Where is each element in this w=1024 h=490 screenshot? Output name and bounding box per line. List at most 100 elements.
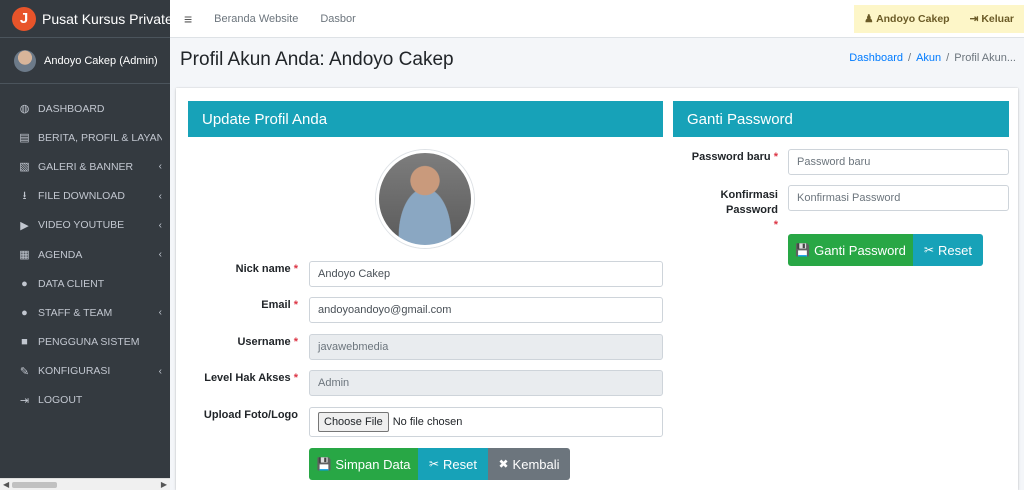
required-marker: * bbox=[293, 263, 298, 275]
nav-link-dasbor[interactable]: Dasbor bbox=[320, 13, 355, 25]
scissors-icon: ✂ bbox=[428, 457, 440, 471]
sidebar-item-label: PENGGUNA SISTEM bbox=[38, 336, 140, 349]
user-icon: ♟ bbox=[864, 13, 874, 25]
sidebar-item-staff-team[interactable]: ● STAFF & TEAM ‹ bbox=[0, 298, 170, 327]
breadcrumb: Dashboard / Akun / Profil Akun... bbox=[849, 52, 1016, 64]
user-panel[interactable]: Andoyo Cakep (Admin) bbox=[0, 38, 170, 84]
calendar-icon: ▦ bbox=[19, 249, 30, 262]
scissors-icon: ✂ bbox=[923, 243, 935, 257]
sidebar-item-label: DASHBOARD bbox=[38, 102, 105, 115]
sidebar: J Pusat Kursus Private Web Andoyo Cakep … bbox=[0, 0, 170, 490]
required-marker: * bbox=[773, 151, 778, 163]
sidebar-item-label: BERITA, PROFIL & LAYANAN bbox=[38, 131, 162, 144]
scrollbar-thumb[interactable] bbox=[12, 482, 57, 488]
user-button-label: Andoyo Cakep bbox=[876, 13, 950, 25]
change-password-button[interactable]: 💾 Ganti Password bbox=[788, 234, 913, 266]
brand-logo: J bbox=[12, 6, 36, 31]
sidebar-item-label: LOGOUT bbox=[38, 394, 83, 407]
required-marker: * bbox=[293, 299, 298, 311]
save-button-label: Simpan Data bbox=[335, 456, 411, 472]
avatar bbox=[14, 49, 36, 72]
user-button[interactable]: ♟ Andoyo Cakep bbox=[864, 13, 949, 25]
level-input: Admin bbox=[309, 370, 663, 396]
sidebar-item-label: VIDEO YOUTUBE bbox=[38, 219, 125, 232]
confirm-password-input[interactable]: Konfirmasi Password bbox=[788, 185, 1009, 211]
top-navbar: ≡ Beranda Website Dasbor ♟ Andoyo Cakep … bbox=[170, 0, 1024, 38]
scroll-left-arrow-icon[interactable]: ◀ bbox=[3, 480, 9, 489]
username-label-text: Username bbox=[237, 336, 291, 348]
sidebar-item-label: GALERI & BANNER bbox=[38, 160, 134, 173]
close-icon: ✖ bbox=[498, 457, 509, 471]
user-actions: ♟ Andoyo Cakep ⇥ Keluar bbox=[854, 5, 1024, 33]
breadcrumb-akun[interactable]: Akun bbox=[916, 52, 941, 64]
users-icon: ● bbox=[21, 306, 28, 319]
profile-form-heading: Update Profil Anda bbox=[188, 101, 663, 137]
brand-link[interactable]: J Pusat Kursus Private Web bbox=[0, 0, 170, 38]
sidebar-item-video-youtube[interactable]: ▶ VIDEO YOUTUBE ‹ bbox=[0, 211, 170, 240]
confirm-password-label-text: Konfirmasi Password bbox=[720, 189, 778, 216]
chevron-left-icon: ‹ bbox=[158, 365, 162, 377]
breadcrumb-current: Profil Akun... bbox=[954, 52, 1016, 64]
change-password-button-label: Ganti Password bbox=[814, 242, 906, 258]
level-label: Level Hak Akses * bbox=[190, 372, 298, 384]
required-marker: * bbox=[293, 372, 298, 384]
logout-button[interactable]: ⇥ Keluar bbox=[970, 13, 1014, 25]
password-reset-button-label: Reset bbox=[938, 242, 973, 258]
menu-toggle-icon[interactable]: ≡ bbox=[184, 11, 192, 27]
sidebar-item-label: AGENDA bbox=[38, 248, 83, 261]
horizontal-scrollbar[interactable]: ◀ ▶ bbox=[0, 478, 170, 490]
email-input[interactable]: andoyoandoyo@gmail.com bbox=[309, 297, 663, 323]
profile-photo bbox=[376, 150, 474, 248]
new-password-input[interactable]: Password baru bbox=[788, 149, 1009, 175]
back-button-label: Kembali bbox=[512, 456, 560, 472]
level-label-text: Level Hak Akses bbox=[204, 372, 291, 384]
nav-link-beranda[interactable]: Beranda Website bbox=[214, 13, 298, 25]
chevron-left-icon: ‹ bbox=[158, 249, 162, 261]
breadcrumb-dashboard[interactable]: Dashboard bbox=[849, 52, 903, 64]
chevron-left-icon: ‹ bbox=[158, 190, 162, 202]
sidebar-item-label: DATA CLIENT bbox=[38, 277, 105, 290]
file-status: No file chosen bbox=[392, 416, 463, 428]
sidebar-item-pengguna-sistem[interactable]: ■ PENGGUNA SISTEM bbox=[0, 328, 170, 357]
logout-button-label: Keluar bbox=[981, 13, 1014, 25]
image-icon: ▧ bbox=[19, 161, 30, 174]
password-form-heading: Ganti Password bbox=[673, 101, 1009, 137]
sidebar-item-label: FILE DOWNLOAD bbox=[38, 190, 125, 203]
sidebar-item-label: STAFF & TEAM bbox=[38, 306, 113, 319]
chevron-left-icon: ‹ bbox=[158, 219, 162, 231]
nickname-input[interactable]: Andoyo Cakep bbox=[309, 261, 663, 287]
sidebar-item-galeri-banner[interactable]: ▧ GALERI & BANNER ‹ bbox=[0, 152, 170, 181]
sidebar-item-logout[interactable]: ⇥ LOGOUT bbox=[0, 386, 170, 415]
reset-button[interactable]: ✂ Reset bbox=[418, 448, 488, 480]
sidebar-item-data-client[interactable]: ● DATA CLIENT bbox=[0, 269, 170, 298]
sidebar-item-berita-profil-layanan[interactable]: ▤ BERITA, PROFIL & LAYANAN bbox=[0, 123, 170, 152]
wrench-icon: ✎ bbox=[19, 365, 30, 378]
scroll-right-arrow-icon[interactable]: ▶ bbox=[161, 480, 167, 489]
chevron-left-icon: ‹ bbox=[158, 307, 162, 319]
upload-file-input[interactable]: Choose File No file chosen bbox=[309, 407, 663, 437]
brand-title: Pusat Kursus Private Web bbox=[42, 10, 170, 27]
new-password-label: Password baru * bbox=[676, 151, 778, 163]
choose-file-button[interactable]: Choose File bbox=[318, 412, 389, 432]
password-reset-button[interactable]: ✂ Reset bbox=[913, 234, 983, 266]
reset-button-label: Reset bbox=[443, 456, 478, 472]
breadcrumb-separator: / bbox=[946, 52, 950, 64]
email-label: Email * bbox=[190, 299, 298, 311]
newspaper-icon: ▤ bbox=[19, 132, 30, 145]
sidebar-item-label: KONFIGURASI bbox=[38, 365, 111, 378]
sidebar-item-konfigurasi[interactable]: ✎ KONFIGURASI ‹ bbox=[0, 357, 170, 386]
floppy-disk-icon: 💾 bbox=[795, 243, 811, 257]
page-title: Profil Akun Anda: Andoyo Cakep bbox=[180, 49, 454, 70]
sidebar-item-file-download[interactable]: ⭳ FILE DOWNLOAD ‹ bbox=[0, 182, 170, 211]
required-marker: * bbox=[773, 219, 778, 231]
sidebar-item-agenda[interactable]: ▦ AGENDA ‹ bbox=[0, 240, 170, 269]
floppy-disk-icon: 💾 bbox=[316, 457, 332, 471]
new-password-label-text: Password baru bbox=[691, 151, 771, 163]
email-label-text: Email bbox=[261, 299, 291, 311]
required-marker: * bbox=[293, 336, 298, 348]
confirm-password-label: Konfirmasi Password * bbox=[676, 188, 778, 233]
back-button[interactable]: ✖ Kembali bbox=[488, 448, 570, 480]
sidebar-item-dashboard[interactable]: ◍ DASHBOARD bbox=[0, 94, 170, 123]
download-icon: ⭳ bbox=[22, 189, 27, 202]
save-button[interactable]: 💾 Simpan Data bbox=[309, 448, 418, 480]
